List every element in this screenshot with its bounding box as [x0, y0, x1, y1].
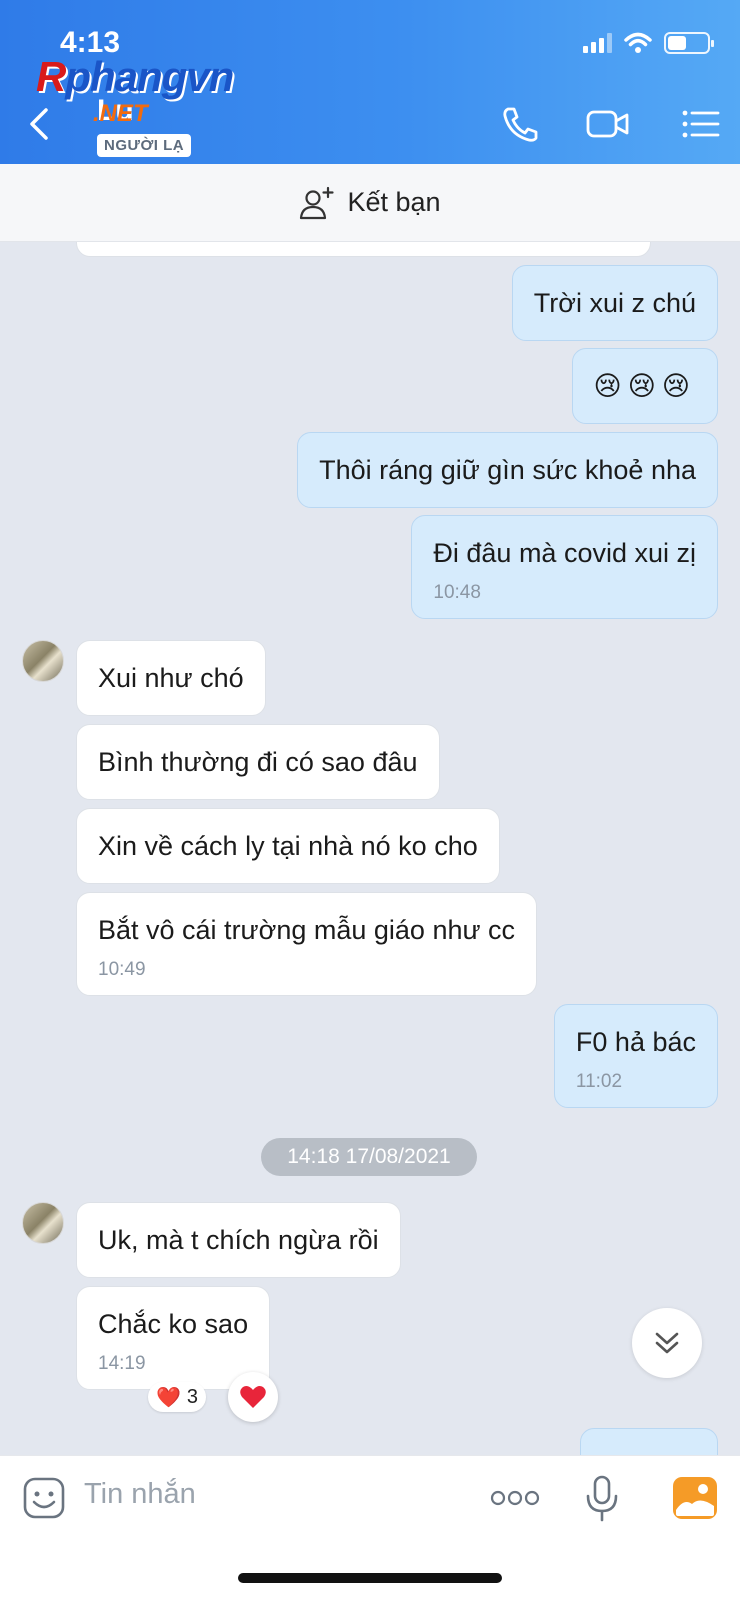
message-bubble[interactable]: 😢😢😢	[571, 348, 718, 424]
signal-icon	[583, 33, 612, 53]
back-icon[interactable]	[24, 104, 54, 144]
message-text: Xin về cách ly tại nhà nó ko cho	[98, 831, 478, 861]
microphone-icon[interactable]	[584, 1474, 620, 1524]
message-text: F0 hả bác	[575, 1027, 696, 1057]
status-icons	[583, 32, 714, 54]
message-text: Thôi ráng giữ gìn sức khoẻ nha	[319, 455, 696, 485]
add-friend-bar[interactable]: Kết bạn	[0, 164, 740, 242]
contact-avatar[interactable]	[22, 640, 64, 682]
reaction-count: 3	[186, 1385, 199, 1408]
message-time: 10:49	[98, 959, 146, 980]
message-text: Đi đâu mà covid xui zị	[433, 538, 696, 568]
message-time: 10:48	[433, 582, 481, 603]
chat-header: 4:13 Rphangvn Lu .NET NGƯỜI LẠ	[0, 0, 740, 164]
watermark-logo: Rphangvn	[36, 53, 234, 100]
message-bubble[interactable]: Xui như chó	[76, 640, 266, 716]
stranger-badge: NGƯỜI LẠ	[97, 134, 192, 157]
message-time: 11:02	[575, 1071, 623, 1092]
more-options-icon[interactable]	[490, 1488, 540, 1508]
scroll-to-bottom-button[interactable]	[632, 1308, 702, 1378]
message-time: 14:19	[98, 1353, 146, 1374]
message-text: Bình thường đi có sao đâu	[98, 747, 418, 777]
message-bubble[interactable]: F0 hả bác 11:02	[553, 1004, 718, 1108]
double-chevron-down-icon	[655, 1332, 679, 1354]
message-text: Xui như chó	[98, 663, 244, 693]
message-list[interactable]: Trời xui z chú 😢😢😢 Thôi ráng giữ gìn sức…	[0, 242, 740, 1455]
wifi-icon	[624, 32, 652, 53]
message-text: Trời xui z chú	[533, 288, 696, 318]
menu-list-icon[interactable]	[680, 104, 724, 144]
add-friend-icon	[300, 186, 335, 219]
phone-call-icon[interactable]	[498, 104, 542, 144]
message-bubble[interactable]: Bình thường đi có sao đâu	[76, 724, 440, 800]
battery-icon	[664, 32, 714, 54]
message-bubble[interactable]: Uk, mà t chích ngừa rồi	[76, 1202, 401, 1278]
add-friend-label: Kết bạn	[347, 187, 441, 217]
sticker-icon[interactable]	[22, 1476, 66, 1520]
message-text: Chắc ko sao	[98, 1309, 249, 1339]
message-bubble[interactable]: Thôi ráng giữ gìn sức khoẻ nha	[297, 432, 718, 508]
heart-icon: ❤️	[156, 1386, 181, 1409]
message-bubble-partial[interactable]	[76, 242, 651, 257]
reaction-summary[interactable]: ❤️ 3	[148, 1382, 207, 1412]
message-bubble[interactable]: Trời xui z chú	[511, 265, 718, 341]
message-input[interactable]: Tin nhắn	[84, 1478, 196, 1511]
watermark-net: .NET	[93, 100, 148, 127]
message-bubble[interactable]: Bắt vô cái trường mẫu giáo như cc 10:49	[76, 892, 538, 996]
message-bubble-partial[interactable]	[580, 1428, 718, 1455]
image-gallery-icon[interactable]	[672, 1476, 718, 1520]
date-separator: 14:18 17/08/2021	[261, 1138, 477, 1176]
message-text: Bắt vô cái trường mẫu giáo như cc	[98, 915, 516, 945]
contact-avatar[interactable]	[22, 1202, 64, 1244]
home-indicator[interactable]	[238, 1573, 502, 1583]
message-text: Uk, mà t chích ngừa rồi	[98, 1225, 379, 1255]
heart-icon	[240, 1386, 266, 1408]
message-text: 😢😢😢	[593, 371, 696, 401]
message-bubble[interactable]: Xin về cách ly tại nhà nó ko cho	[76, 808, 500, 884]
react-heart-button[interactable]	[228, 1372, 278, 1422]
message-bubble[interactable]: Đi đâu mà covid xui zị 10:48	[411, 515, 718, 619]
video-call-icon[interactable]	[586, 104, 630, 144]
